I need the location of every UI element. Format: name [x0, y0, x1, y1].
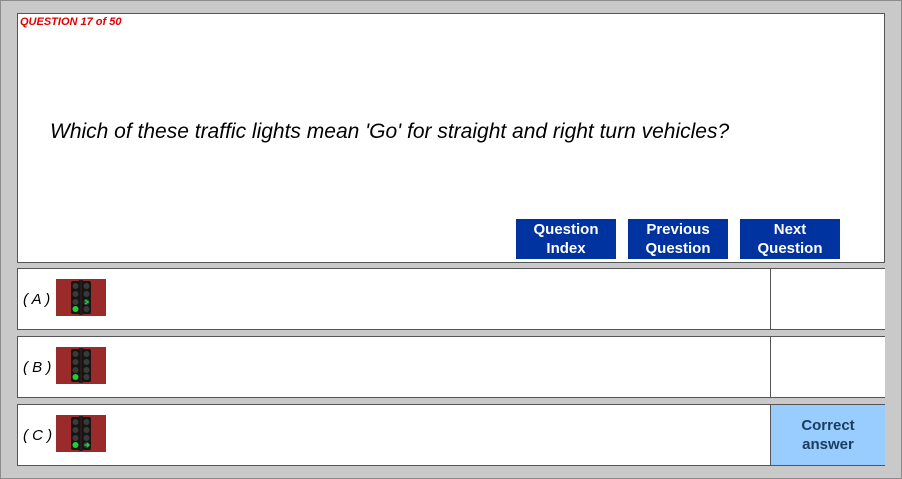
answer-option-b-select[interactable]: ( B )	[18, 337, 770, 397]
previous-question-label-line2: Question	[645, 240, 711, 257]
answer-option-a-status-text	[771, 269, 885, 329]
answer-option-b-status	[770, 337, 885, 397]
previous-question-button[interactable]: Previous Question	[628, 219, 728, 259]
traffic-light-green-straight-icon	[56, 347, 106, 384]
answer-option-c-select[interactable]: ( C )	[18, 405, 770, 465]
previous-question-label-line1: Previous	[646, 221, 710, 238]
answer-option-c-status: Correct answer	[770, 405, 885, 465]
question-index-label-line1: Question	[533, 221, 599, 238]
answer-option-a-label: ( A )	[23, 291, 51, 308]
correct-answer-line2: answer	[802, 436, 854, 453]
question-text: Which of these traffic lights mean 'Go' …	[50, 120, 730, 143]
question-counter: QUESTION 17 of 50	[20, 16, 122, 28]
correct-answer-line1: Correct	[801, 417, 855, 434]
traffic-light-green-straight-and-green-right-arrow-icon	[56, 415, 106, 452]
question-index-label-line2: Index	[546, 240, 586, 257]
answer-option-c: ( C ) Correct answer	[17, 404, 885, 466]
question-panel: QUESTION 17 of 50 Which of these traffic…	[17, 13, 885, 263]
answer-option-a: ( A )	[17, 268, 885, 330]
question-index-button[interactable]: Question Index	[516, 219, 616, 259]
answer-option-a-status	[770, 269, 885, 329]
answer-option-b: ( B )	[17, 336, 885, 398]
next-question-button[interactable]: Next Question	[740, 219, 840, 259]
answer-option-b-status-text	[771, 337, 885, 397]
answer-option-c-label: ( C )	[23, 427, 53, 444]
correct-answer-badge: Correct answer	[771, 405, 885, 465]
answer-option-b-label: ( B )	[23, 359, 52, 376]
quiz-frame: QUESTION 17 of 50 Which of these traffic…	[0, 0, 902, 479]
answer-option-a-select[interactable]: ( A )	[18, 269, 770, 329]
next-question-label-line2: Question	[757, 240, 823, 257]
traffic-light-green-straight-and-right-arrow-icon	[56, 279, 106, 316]
next-question-label-line1: Next	[773, 221, 807, 238]
